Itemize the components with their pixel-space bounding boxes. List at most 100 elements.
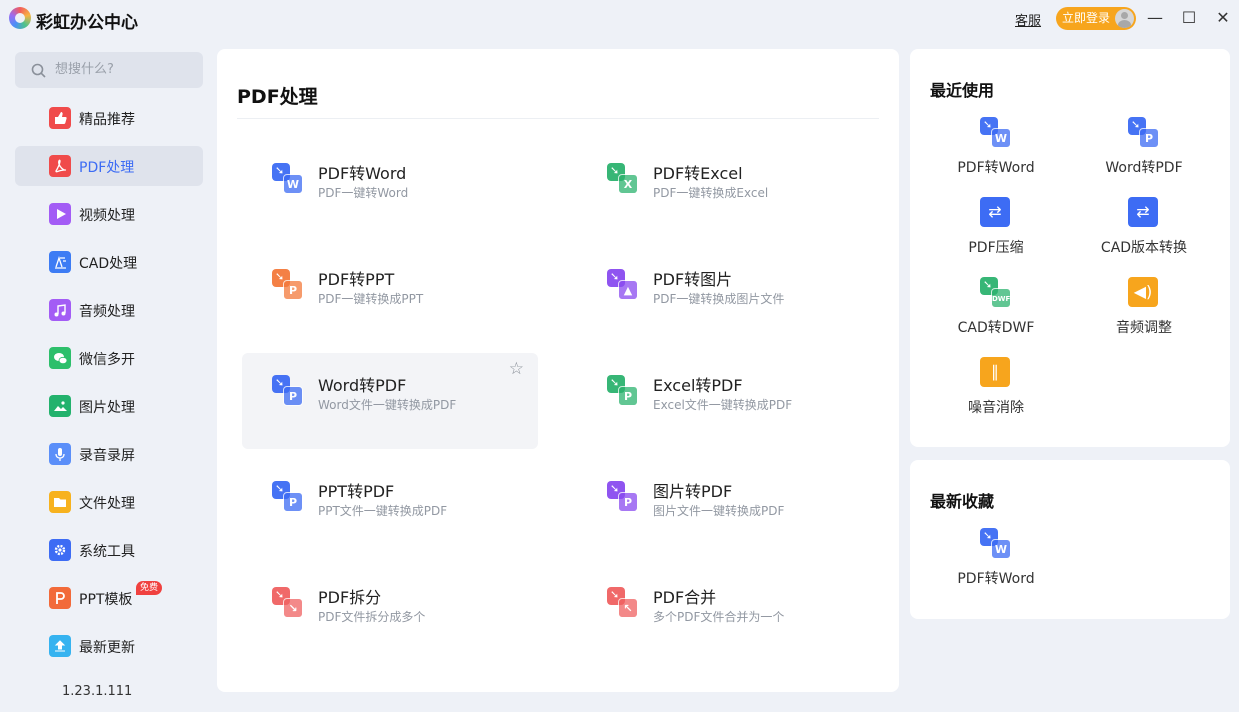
sidebar-item-label: 图片处理 xyxy=(79,400,135,416)
sidebar-item[interactable]: 微信多开 xyxy=(15,338,203,378)
tool-name: PDF拆分 xyxy=(318,588,382,607)
tool-card[interactable]: ➘ ▲ PDF转图片 PDF一键转换成图片文件 xyxy=(577,247,873,343)
icon-front-sheet: P xyxy=(618,492,638,512)
sidebar-item[interactable]: 最新更新 xyxy=(15,626,203,666)
sidebar-item[interactable]: 系统工具 xyxy=(15,530,203,570)
sidebar-item[interactable]: 音频处理 xyxy=(15,290,203,330)
search-placeholder: 想搜什么? xyxy=(55,62,114,77)
sidebar-item-label: 视频处理 xyxy=(79,208,135,224)
quick-tool[interactable]: ➘ W PDF转Word xyxy=(910,528,1058,604)
tool-card[interactable]: ➘ P Word转PDF Word文件一键转换成PDF ☆ xyxy=(242,353,538,449)
tool-description: PDF一键转换成Excel xyxy=(653,186,769,200)
sidebar-item-label: 录音录屏 xyxy=(79,448,135,464)
microphone-icon xyxy=(49,443,71,465)
divider xyxy=(237,118,879,119)
rainbow-logo-icon xyxy=(9,7,31,29)
icon-front-sheet: P xyxy=(1139,128,1159,148)
tool-card[interactable]: ➘ P Excel转PDF Excel文件一键转换成PDF xyxy=(577,353,873,449)
quick-tool-label: CAD版本转换 xyxy=(1100,240,1188,256)
sidebar-item-label: 最新更新 xyxy=(79,640,135,656)
minimize-button[interactable]: — xyxy=(1145,8,1165,28)
tool-description: Excel文件一键转换成PDF xyxy=(653,398,793,412)
upload-icon xyxy=(49,635,71,657)
tool-card[interactable]: ➘ P 图片转PDF 图片文件一键转换成PDF xyxy=(577,459,873,555)
cad-version-convert-icon: ⇄ xyxy=(1128,197,1160,229)
sidebar-item[interactable]: PDF处理 xyxy=(15,146,203,186)
sidebar-item[interactable]: CAD处理 xyxy=(15,242,203,282)
sidebar-item-label: 微信多开 xyxy=(79,352,135,368)
folder-icon xyxy=(49,491,71,513)
customer-service-link[interactable]: 客服 xyxy=(1015,10,1041,29)
tool-card[interactable]: ➘ P PDF转PPT PDF一键转换成PPT xyxy=(242,247,538,343)
pdf-to-excel-icon: ➘ X xyxy=(607,163,639,195)
sidebar-item[interactable]: 文件处理 xyxy=(15,482,203,522)
image-icon xyxy=(49,395,71,417)
gear-icon xyxy=(49,539,71,561)
excel-to-pdf-icon: ➘ P xyxy=(607,375,639,407)
word-to-pdf-icon: ➘ P xyxy=(272,375,304,407)
icon-square: ◀) xyxy=(1128,277,1158,307)
quick-tool[interactable]: ➘ DWF CAD转DWF xyxy=(910,277,1058,353)
tool-card[interactable]: ➘ W PDF转Word PDF一键转Word xyxy=(242,141,538,237)
search-icon xyxy=(31,63,46,78)
tool-description: PPT文件一键转换成PDF xyxy=(318,504,448,518)
title-bar: 彩虹办公中心 客服 立即登录 — ☐ ✕ xyxy=(0,0,1239,38)
tool-description: PDF文件拆分成多个 xyxy=(318,610,426,624)
audio-adjust-icon: ◀) xyxy=(1128,277,1160,309)
sidebar-item[interactable]: 录音录屏 xyxy=(15,434,203,474)
thumbs-up-icon xyxy=(49,107,71,129)
wechat-icon xyxy=(49,347,71,369)
word-to-pdf-icon: ➘ P xyxy=(1128,117,1160,149)
tool-card[interactable]: ➘ ↘ PDF拆分 PDF文件拆分成多个 xyxy=(242,565,538,661)
icon-front-sheet: ↘ xyxy=(283,598,303,618)
search-input[interactable]: 想搜什么? xyxy=(15,52,203,88)
sidebar-item-label: 音频处理 xyxy=(79,304,135,320)
tool-card[interactable]: ➘ P PPT转PDF PPT文件一键转换成PDF xyxy=(242,459,538,555)
page-title: PDF处理 xyxy=(237,86,318,108)
quick-tool-label: 音频调整 xyxy=(1116,320,1172,336)
sidebar-item-label: 文件处理 xyxy=(79,496,135,512)
main-panel: PDF处理 ➘ W PDF转Word PDF一键转Word ➘ X PDF转Excel PDF… xyxy=(217,49,899,692)
quick-tool-label: PDF转Word xyxy=(957,571,1035,587)
pdf-to-word-icon: ➘ W xyxy=(272,163,304,195)
quick-tool[interactable]: ➘ W PDF转Word xyxy=(910,117,1058,193)
quick-tool[interactable]: ◀) 音频调整 xyxy=(1058,277,1206,353)
login-button[interactable]: 立即登录 xyxy=(1056,7,1136,30)
icon-front-sheet: P xyxy=(618,386,638,406)
sidebar-item[interactable]: 精品推荐 xyxy=(15,98,203,138)
quick-tool[interactable]: ⇄ CAD版本转换 xyxy=(1058,197,1206,273)
music-note-icon xyxy=(49,299,71,321)
pdf-to-ppt-icon: ➘ P xyxy=(272,269,304,301)
tool-name: Excel转PDF xyxy=(653,376,743,395)
icon-square: ⇄ xyxy=(1128,197,1158,227)
cad-to-dwf-icon: ➘ DWF xyxy=(980,277,1012,309)
sidebar-item[interactable]: 视频处理 xyxy=(15,194,203,234)
tool-card[interactable]: ➘ ↖ PDF合并 多个PDF文件合并为一个 xyxy=(577,565,873,661)
favorite-star-icon[interactable]: ☆ xyxy=(509,359,524,379)
tool-card[interactable]: ➘ X PDF转Excel PDF一键转换成Excel xyxy=(577,141,873,237)
ppt-to-pdf-icon: ➘ P xyxy=(272,481,304,513)
ppt-template-icon xyxy=(49,587,71,609)
icon-square: ∥ xyxy=(980,357,1010,387)
avatar xyxy=(1115,9,1134,28)
icon-front-sheet: ▲ xyxy=(618,280,638,300)
icon-front-sheet: DWF xyxy=(991,288,1011,308)
sidebar-item-label: CAD处理 xyxy=(79,256,138,272)
tool-name: Word转PDF xyxy=(318,376,407,395)
pdf-to-word-icon: ➘ W xyxy=(980,528,1012,560)
sidebar-item[interactable]: PPT模板 免费 xyxy=(15,578,203,618)
quick-tool[interactable]: ⇄ PDF压缩 xyxy=(910,197,1058,273)
tool-name: PDF转PPT xyxy=(318,270,395,289)
version-label: 1.23.1.111 xyxy=(62,684,133,699)
close-button[interactable]: ✕ xyxy=(1213,8,1233,28)
tool-name: PDF转图片 xyxy=(653,270,733,289)
maximize-button[interactable]: ☐ xyxy=(1179,8,1199,28)
tool-name: 图片转PDF xyxy=(653,482,733,501)
icon-front-sheet: W xyxy=(991,128,1011,148)
icon-front-sheet: P xyxy=(283,492,303,512)
quick-tool[interactable]: ➘ P Word转PDF xyxy=(1058,117,1206,193)
quick-tool[interactable]: ∥ 噪音消除 xyxy=(910,357,1058,433)
quick-tool-label: 噪音消除 xyxy=(968,400,1024,416)
sidebar-item[interactable]: 图片处理 xyxy=(15,386,203,426)
favorites-title: 最新收藏 xyxy=(930,492,995,511)
